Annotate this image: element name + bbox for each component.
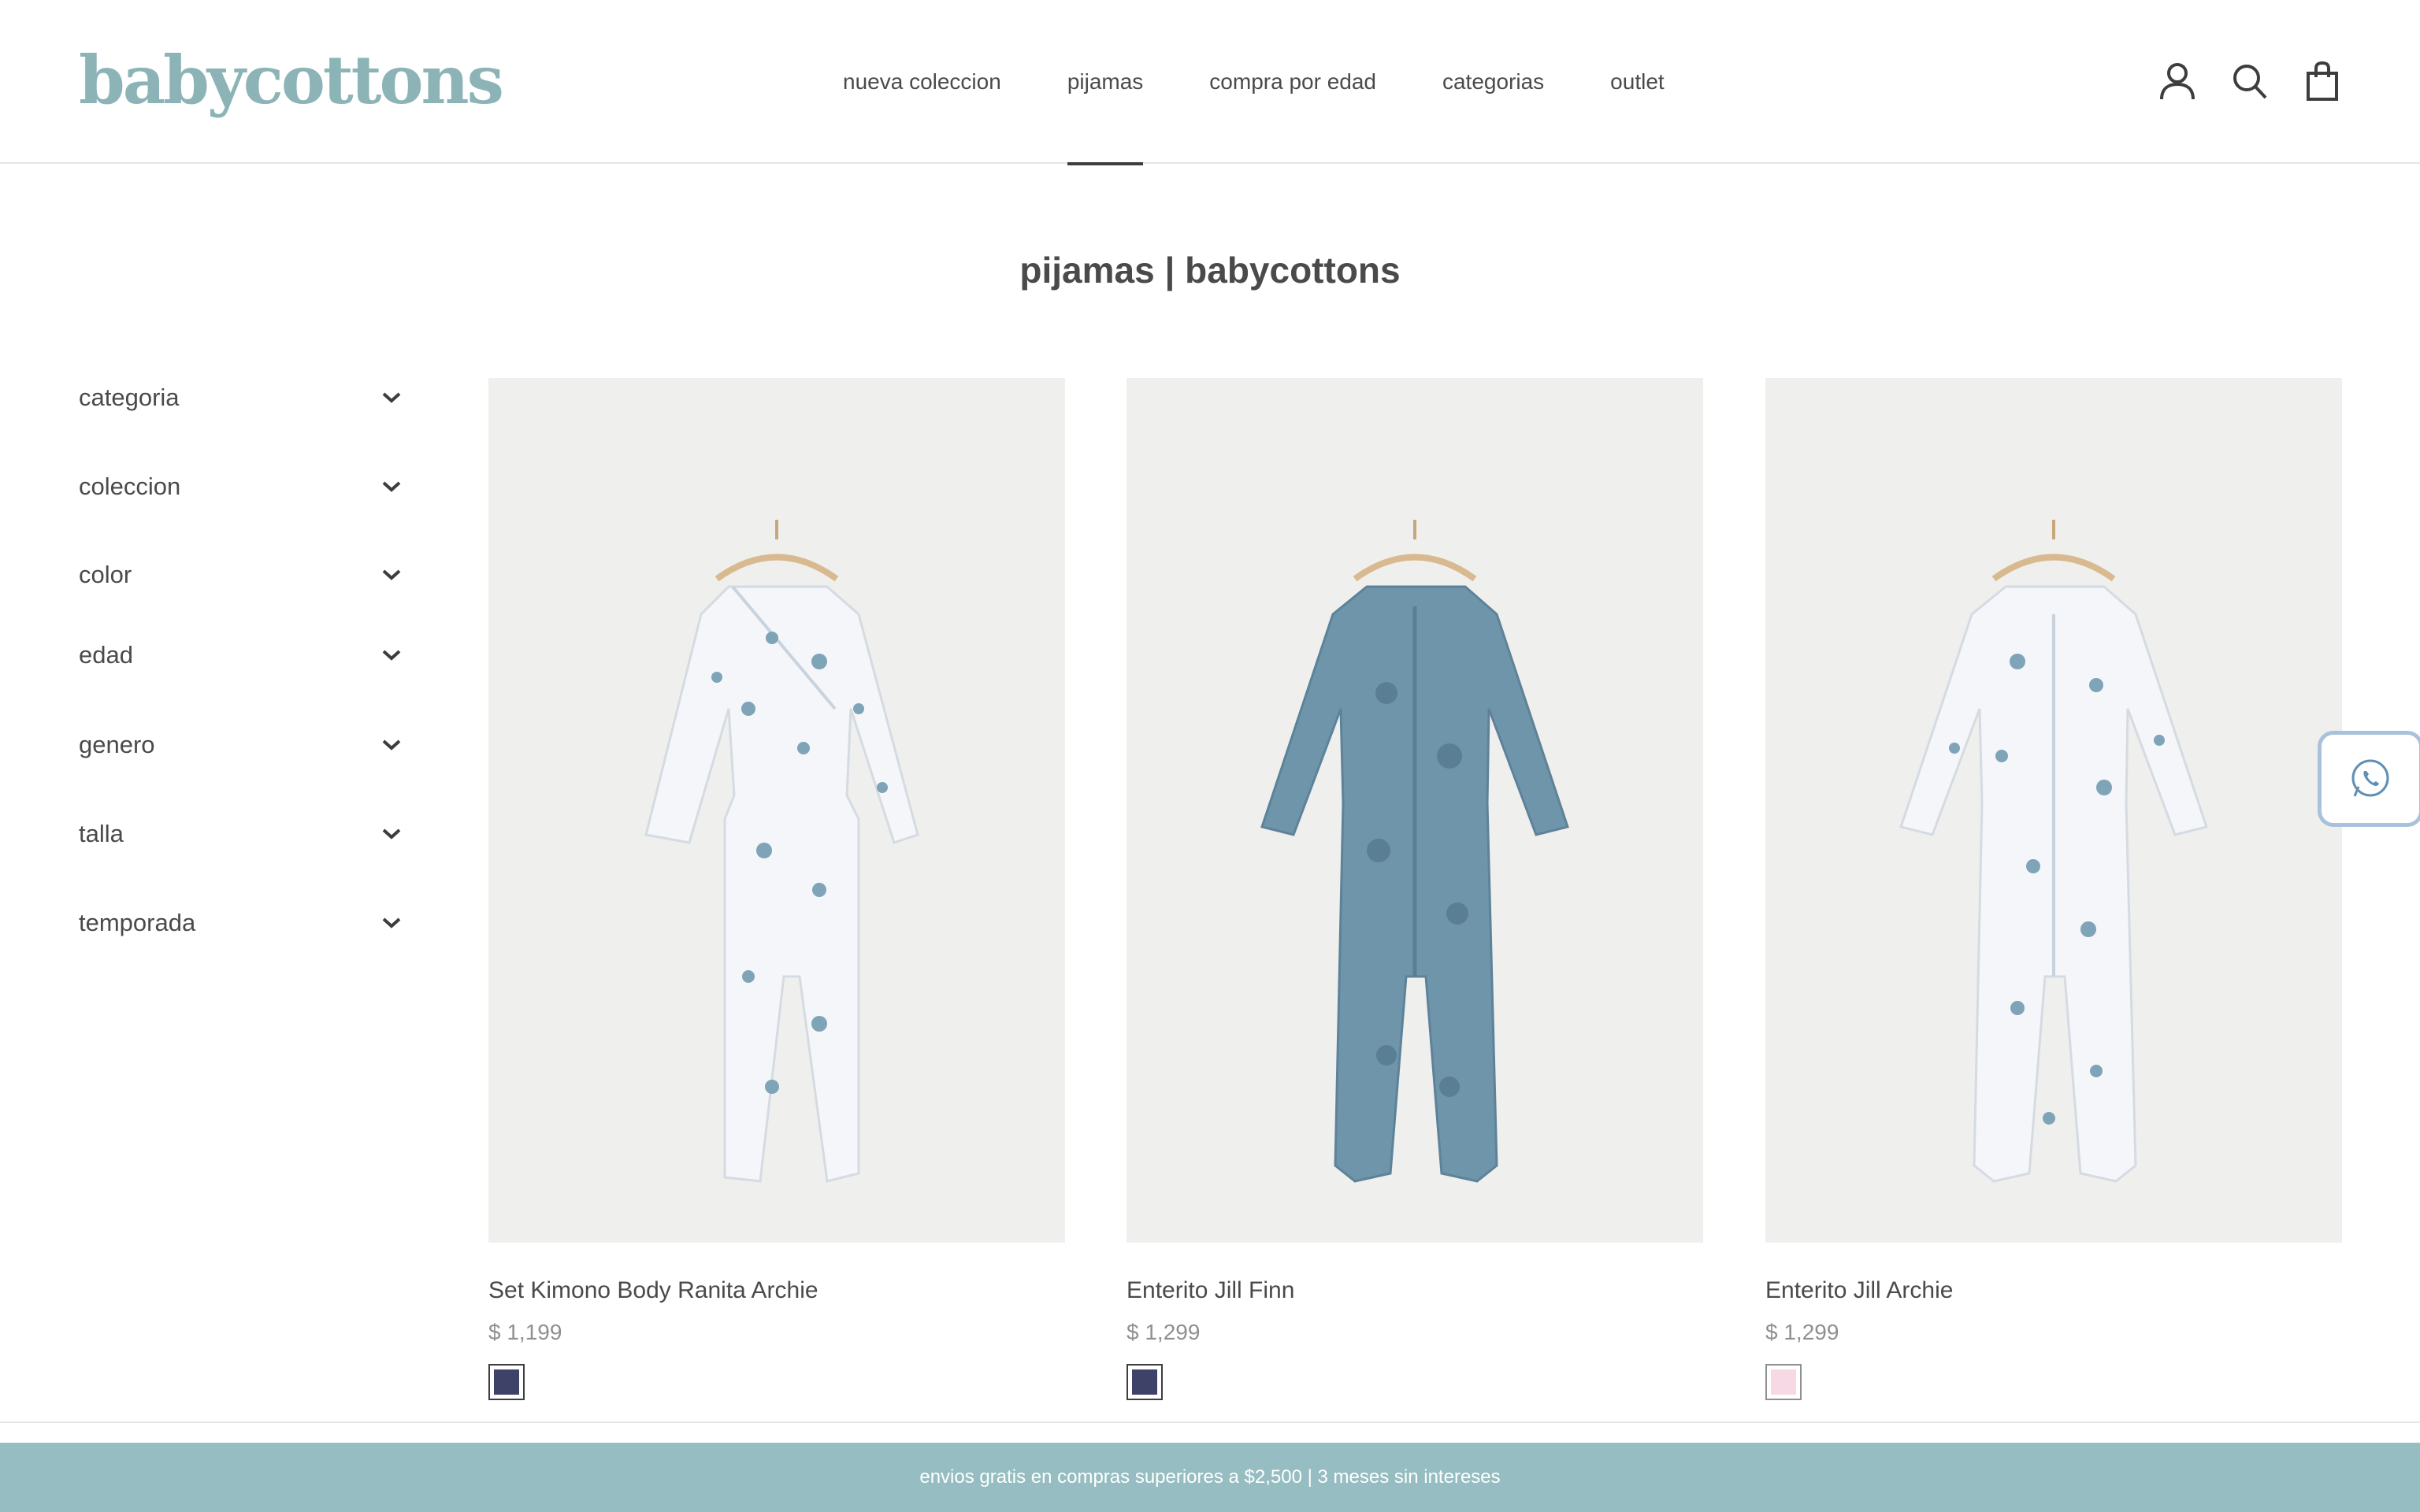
chevron-down-icon: [382, 569, 401, 580]
filter-label: temporada: [79, 909, 196, 936]
filter-edad[interactable]: edad: [79, 628, 402, 683]
nav-item-compra-por-edad[interactable]: compra por edad: [1209, 0, 1376, 164]
filter-label: genero: [79, 731, 155, 758]
filter-genero[interactable]: genero: [79, 717, 402, 773]
product-price: $ 1,199: [488, 1320, 562, 1344]
product-card[interactable]: Set Kimono Body Ranita Archie $ 1,199: [488, 378, 1065, 1400]
product-name[interactable]: Set Kimono Body Ranita Archie: [488, 1277, 1065, 1304]
garment-illustration: [1260, 520, 1569, 1183]
filter-label: color: [79, 561, 132, 588]
main-nav: nueva coleccion pijamas compra por edad …: [843, 0, 1731, 165]
nav-item-nueva-coleccion[interactable]: nueva coleccion: [843, 0, 1001, 164]
whatsapp-button[interactable]: [2318, 731, 2420, 827]
product-image[interactable]: [488, 378, 1065, 1243]
account-icon[interactable]: [2158, 61, 2196, 101]
color-swatch[interactable]: [1765, 1364, 1802, 1400]
cart-icon[interactable]: [2303, 61, 2341, 101]
product-name[interactable]: Enterito Jill Archie: [1765, 1277, 2342, 1304]
header-icons: [2158, 61, 2341, 101]
nav-item-outlet[interactable]: outlet: [1610, 0, 1665, 164]
search-icon[interactable]: [2231, 61, 2269, 101]
promo-bar: envios gratis en compras superiores a $2…: [0, 1443, 2420, 1512]
product-image[interactable]: [1765, 378, 2342, 1243]
filter-coleccion[interactable]: coleccion: [79, 459, 402, 514]
chevron-down-icon: [382, 650, 401, 661]
site-header: babycottons nueva coleccion pijamas comp…: [0, 0, 2420, 165]
product-name[interactable]: Enterito Jill Finn: [1126, 1277, 1703, 1304]
product-card[interactable]: Enterito Jill Archie $ 1,299: [1765, 378, 2342, 1400]
product-price: $ 1,299: [1765, 1320, 1839, 1344]
footer-divider: [0, 1421, 2420, 1423]
garment-illustration: [1899, 520, 2208, 1183]
product-price: $ 1,299: [1126, 1320, 1201, 1344]
filter-label: talla: [79, 820, 124, 847]
filter-color[interactable]: color: [79, 547, 402, 602]
product-image[interactable]: [1126, 378, 1703, 1243]
filter-label: coleccion: [79, 472, 181, 500]
filter-temporada[interactable]: temporada: [79, 895, 402, 951]
nav-item-categorias[interactable]: categorias: [1442, 0, 1544, 164]
filter-label: edad: [79, 641, 133, 669]
chevron-down-icon: [382, 481, 401, 492]
nav-item-pijamas[interactable]: pijamas: [1067, 0, 1144, 165]
whatsapp-icon: [2351, 759, 2389, 797]
color-swatch[interactable]: [488, 1364, 525, 1400]
page-title: pijamas | babycottons: [1019, 250, 1401, 291]
color-swatch[interactable]: [1126, 1364, 1163, 1400]
chevron-down-icon: [382, 917, 401, 928]
filter-talla[interactable]: talla: [79, 806, 402, 862]
product-card[interactable]: Enterito Jill Finn $ 1,299: [1126, 378, 1703, 1400]
chevron-down-icon: [382, 392, 401, 403]
filter-categoria[interactable]: categoria: [79, 370, 402, 425]
chevron-down-icon: [382, 739, 401, 750]
brand-logo[interactable]: babycottons: [79, 41, 504, 120]
chevron-down-icon: [382, 828, 401, 839]
garment-illustration: [644, 520, 919, 1183]
filter-label: categoria: [79, 384, 180, 411]
